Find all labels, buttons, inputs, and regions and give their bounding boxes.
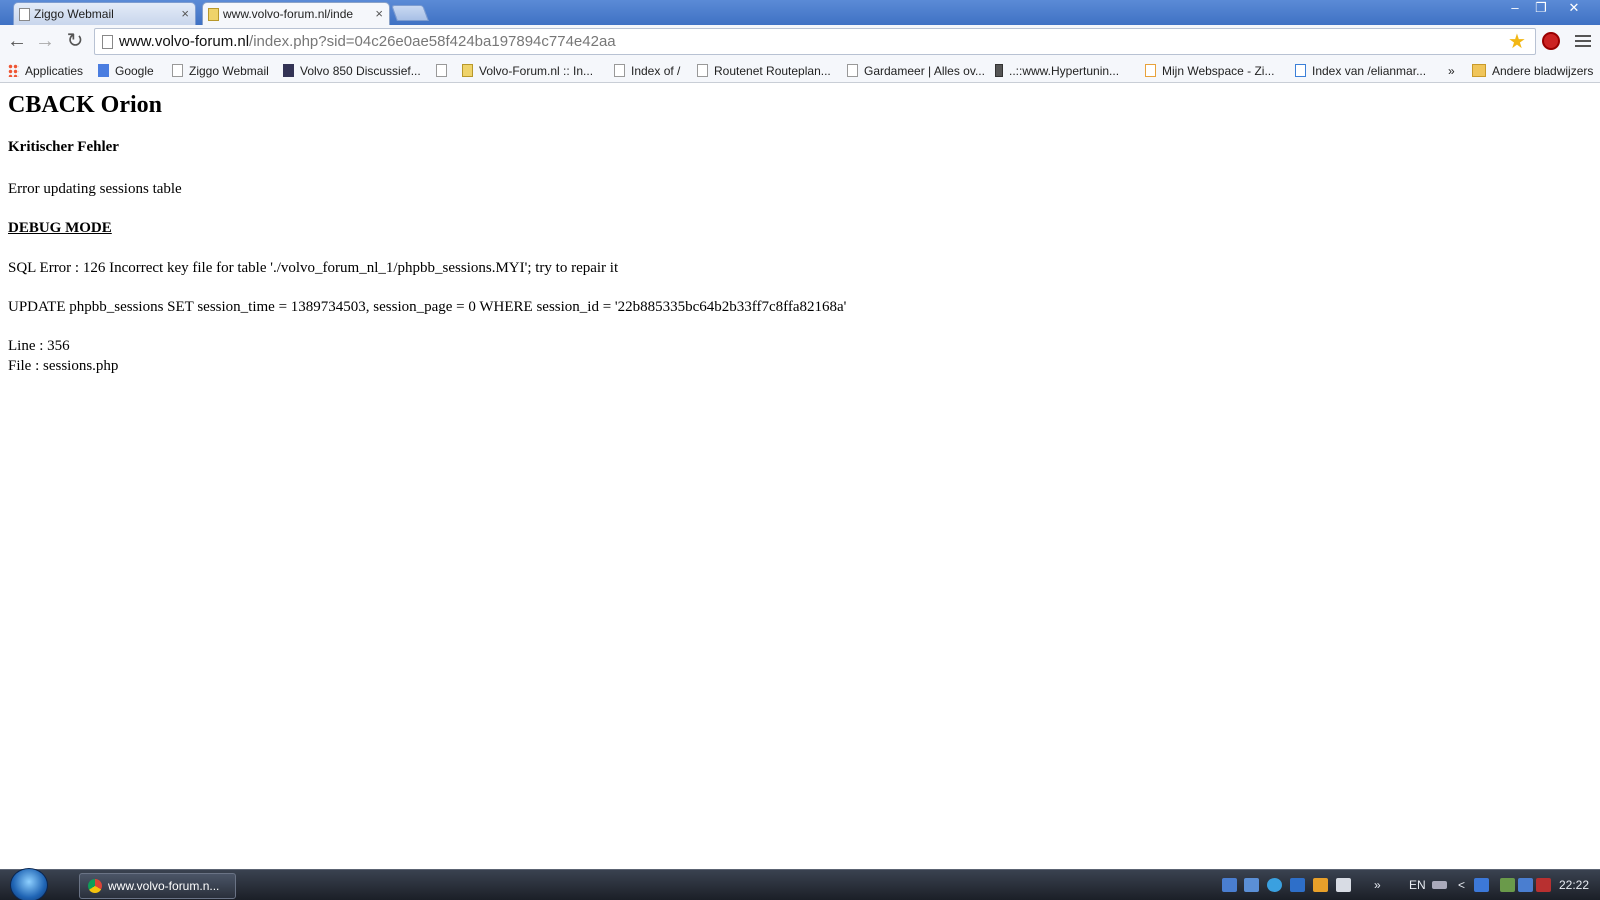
language-indicator[interactable]: EN	[1409, 874, 1426, 896]
url-text[interactable]: www.volvo-forum.nl/index.php?sid=04c26e0…	[119, 33, 616, 50]
page-icon	[436, 64, 447, 77]
bookmark-label: Google	[115, 64, 154, 78]
quicklaunch-overflow[interactable]: »	[1374, 874, 1381, 896]
bookmark-star-icon[interactable]: ★	[1508, 29, 1526, 54]
error-line: Line : 356	[8, 338, 70, 354]
bookmark-index-of[interactable]: Index of /	[614, 62, 680, 80]
page-icon	[847, 64, 858, 77]
folder-icon	[1472, 64, 1486, 77]
quicklaunch-messenger-icon[interactable]	[1290, 878, 1305, 892]
show-hidden-icons[interactable]: <	[1458, 874, 1465, 896]
quicklaunch-ie-icon[interactable]	[1267, 878, 1282, 892]
bookmark-label: Mijn Webspace - Zi...	[1162, 64, 1275, 78]
close-window-button[interactable]: ✕	[1558, 0, 1590, 18]
bookmark-untitled[interactable]	[436, 62, 453, 80]
taskbar: www.volvo-forum.n... » EN < 22:22	[0, 868, 1600, 900]
bookmark-label: Volvo 850 Discussief...	[300, 64, 421, 78]
bookmark-label: Applicaties	[25, 64, 84, 78]
close-tab-icon[interactable]: ×	[375, 3, 383, 25]
hypertuning-icon	[995, 64, 1003, 77]
taskbar-chrome-window[interactable]: www.volvo-forum.n...	[79, 873, 236, 899]
page-title: CBACK Orion	[8, 92, 163, 118]
bookmark-index-van[interactable]: Index van /elianmar...	[1295, 62, 1426, 80]
quicklaunch-media-icon[interactable]	[1313, 878, 1328, 892]
bookmark-mijn-webspace[interactable]: Mijn Webspace - Zi...	[1145, 62, 1274, 80]
taskbar-window-label: www.volvo-forum.n...	[108, 879, 220, 893]
start-button[interactable]	[10, 868, 48, 900]
network-tray-icon[interactable]	[1474, 878, 1489, 892]
bookmark-applicaties[interactable]: Applicaties	[8, 62, 83, 80]
minimize-button[interactable]: –	[1502, 0, 1528, 18]
bookmarks-overflow-button[interactable]: »	[1448, 62, 1455, 80]
chrome-icon	[88, 879, 102, 893]
restore-button[interactable]: ❐	[1528, 0, 1554, 18]
back-button[interactable]: ←	[5, 30, 29, 54]
forward-button[interactable]: →	[33, 30, 57, 54]
bookmark-label: Ziggo Webmail	[189, 64, 269, 78]
bookmark-google[interactable]: Google	[98, 62, 154, 80]
tab-volvo-forum[interactable]: www.volvo-forum.nl/inde ×	[202, 2, 390, 25]
connection-tray-icon[interactable]	[1518, 878, 1533, 892]
error-file: File : sessions.php	[8, 358, 119, 374]
debug-mode-label: DEBUG MODE	[8, 220, 112, 236]
google-icon	[98, 64, 109, 77]
volvo-forum-icon	[208, 8, 219, 21]
ziggo-blue-icon	[1295, 64, 1306, 77]
bookmark-gardameer[interactable]: Gardameer | Alles ov...	[847, 62, 985, 80]
bookmark-ziggo-webmail[interactable]: Ziggo Webmail	[172, 62, 269, 80]
quicklaunch-desktop-icon[interactable]	[1222, 878, 1237, 892]
page-icon	[172, 64, 183, 77]
volvo850-icon	[283, 64, 294, 77]
sql-query: UPDATE phpbb_sessions SET session_time =…	[8, 299, 847, 315]
ziggo-icon	[1145, 64, 1156, 77]
page-icon	[19, 8, 30, 21]
error-message: Error updating sessions table	[8, 181, 182, 197]
tab-label: www.volvo-forum.nl/inde	[223, 7, 354, 21]
bookmark-label: Routenet Routeplan...	[714, 64, 831, 78]
volvo-forum-icon	[462, 64, 473, 77]
bookmark-routenet[interactable]: Routenet Routeplan...	[697, 62, 831, 80]
bookmarks-bar: Applicaties Google Ziggo Webmail Volvo 8…	[0, 59, 1600, 83]
volume-muted-icon[interactable]	[1536, 878, 1551, 892]
tab-ziggo-webmail[interactable]: Ziggo Webmail ×	[13, 2, 196, 25]
title-bar: Ziggo Webmail × www.volvo-forum.nl/inde …	[0, 0, 1600, 25]
bookmark-label: Index van /elianmar...	[1312, 64, 1427, 78]
quicklaunch-window-icon[interactable]	[1336, 878, 1351, 892]
sql-error: SQL Error : 126 Incorrect key file for t…	[8, 260, 619, 276]
tab-label: Ziggo Webmail	[34, 7, 114, 21]
battery-tray-icon[interactable]	[1500, 878, 1515, 892]
browser-toolbar: ← → ↻ www.volvo-forum.nl/index.php?sid=0…	[0, 25, 1600, 59]
error-heading: Kritischer Fehler	[8, 139, 119, 155]
bookmark-label: Gardameer | Alles ov...	[864, 64, 985, 78]
quicklaunch-explorer-icon[interactable]	[1244, 878, 1259, 892]
bookmark-volvo-forum[interactable]: Volvo-Forum.nl :: In...	[462, 62, 593, 80]
reload-button[interactable]: ↻	[63, 30, 87, 54]
bookmark-label: Index of /	[631, 64, 681, 78]
page-icon	[697, 64, 708, 77]
bookmark-volvo-850[interactable]: Volvo 850 Discussief...	[283, 62, 421, 80]
address-bar[interactable]: www.volvo-forum.nl/index.php?sid=04c26e0…	[94, 28, 1536, 55]
close-tab-icon[interactable]: ×	[181, 3, 189, 25]
menu-icon[interactable]	[1575, 32, 1591, 50]
other-bookmarks-folder[interactable]: Andere bladwijzers	[1472, 62, 1593, 80]
page-icon	[102, 35, 113, 49]
bookmark-label: Volvo-Forum.nl :: In...	[479, 64, 594, 78]
url-path: /index.php?sid=04c26e0ae58f424ba197894c7…	[249, 33, 616, 50]
bookmark-label: ..::www.Hypertunin...	[1009, 64, 1120, 78]
url-host: www.volvo-forum.nl	[119, 33, 250, 50]
clock[interactable]: 22:22	[1559, 874, 1589, 896]
bookmark-hypertuning[interactable]: ..::www.Hypertunin...	[995, 62, 1119, 80]
keyboard-icon[interactable]	[1432, 881, 1447, 889]
new-tab-button[interactable]	[391, 5, 429, 21]
page-icon	[614, 64, 625, 77]
extension-icon[interactable]	[1542, 32, 1560, 50]
apps-icon	[8, 64, 19, 77]
bookmark-label: Andere bladwijzers	[1492, 64, 1594, 78]
